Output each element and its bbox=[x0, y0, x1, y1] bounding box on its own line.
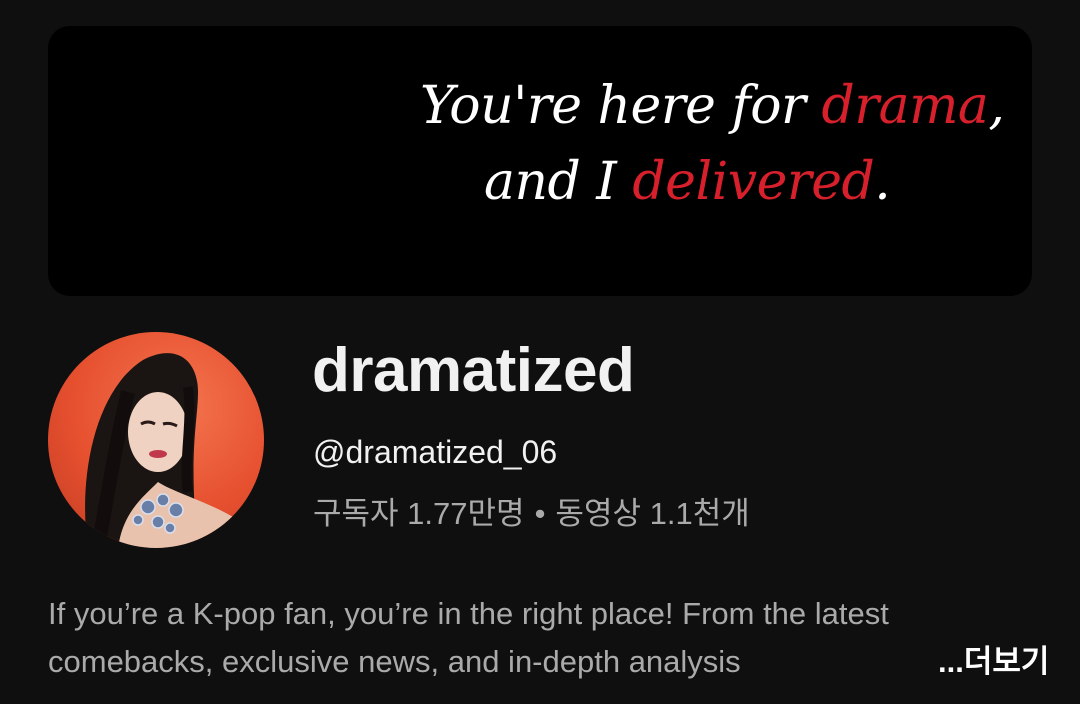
banner-tagline: You're here for drama, and I delivered. bbox=[48, 26, 1032, 296]
avatar-illustration bbox=[85, 353, 248, 548]
banner-line-1-prefix: You're here for bbox=[420, 76, 822, 136]
banner-line-1-suffix: , bbox=[988, 76, 1005, 136]
channel-avatar[interactable] bbox=[48, 332, 264, 548]
stats-separator: • bbox=[534, 496, 546, 531]
channel-description[interactable]: If you’re a K-pop fan, you’re in the rig… bbox=[48, 590, 1050, 686]
banner-line-2-accent: delivered bbox=[632, 152, 875, 212]
channel-handle: @dramatized_06 bbox=[313, 434, 558, 470]
video-count: 동영상 1.1천개 bbox=[555, 496, 750, 531]
banner-line-2-suffix: . bbox=[874, 152, 891, 212]
channel-name: dramatized bbox=[312, 336, 635, 405]
more-button[interactable]: ...더보기 bbox=[890, 638, 1050, 686]
channel-stats: 구독자 1.77만명 • 동영상 1.1천개 bbox=[313, 498, 750, 529]
subscriber-count: 구독자 1.77만명 bbox=[313, 496, 525, 531]
channel-banner: You're here for drama, and I delivered. bbox=[48, 26, 1032, 296]
banner-line-2-prefix: and I bbox=[484, 152, 633, 212]
banner-line-2: and I delivered. bbox=[484, 152, 891, 212]
banner-line-1: You're here for drama, bbox=[420, 76, 1005, 136]
description-line-2: comebacks, exclusive news, and in-depth … bbox=[48, 638, 1050, 686]
description-line-2-text: comebacks, exclusive news, and in-depth … bbox=[48, 644, 741, 679]
description-line-1: If you’re a K-pop fan, you’re in the rig… bbox=[48, 596, 889, 631]
banner-line-1-accent: drama bbox=[821, 76, 989, 136]
